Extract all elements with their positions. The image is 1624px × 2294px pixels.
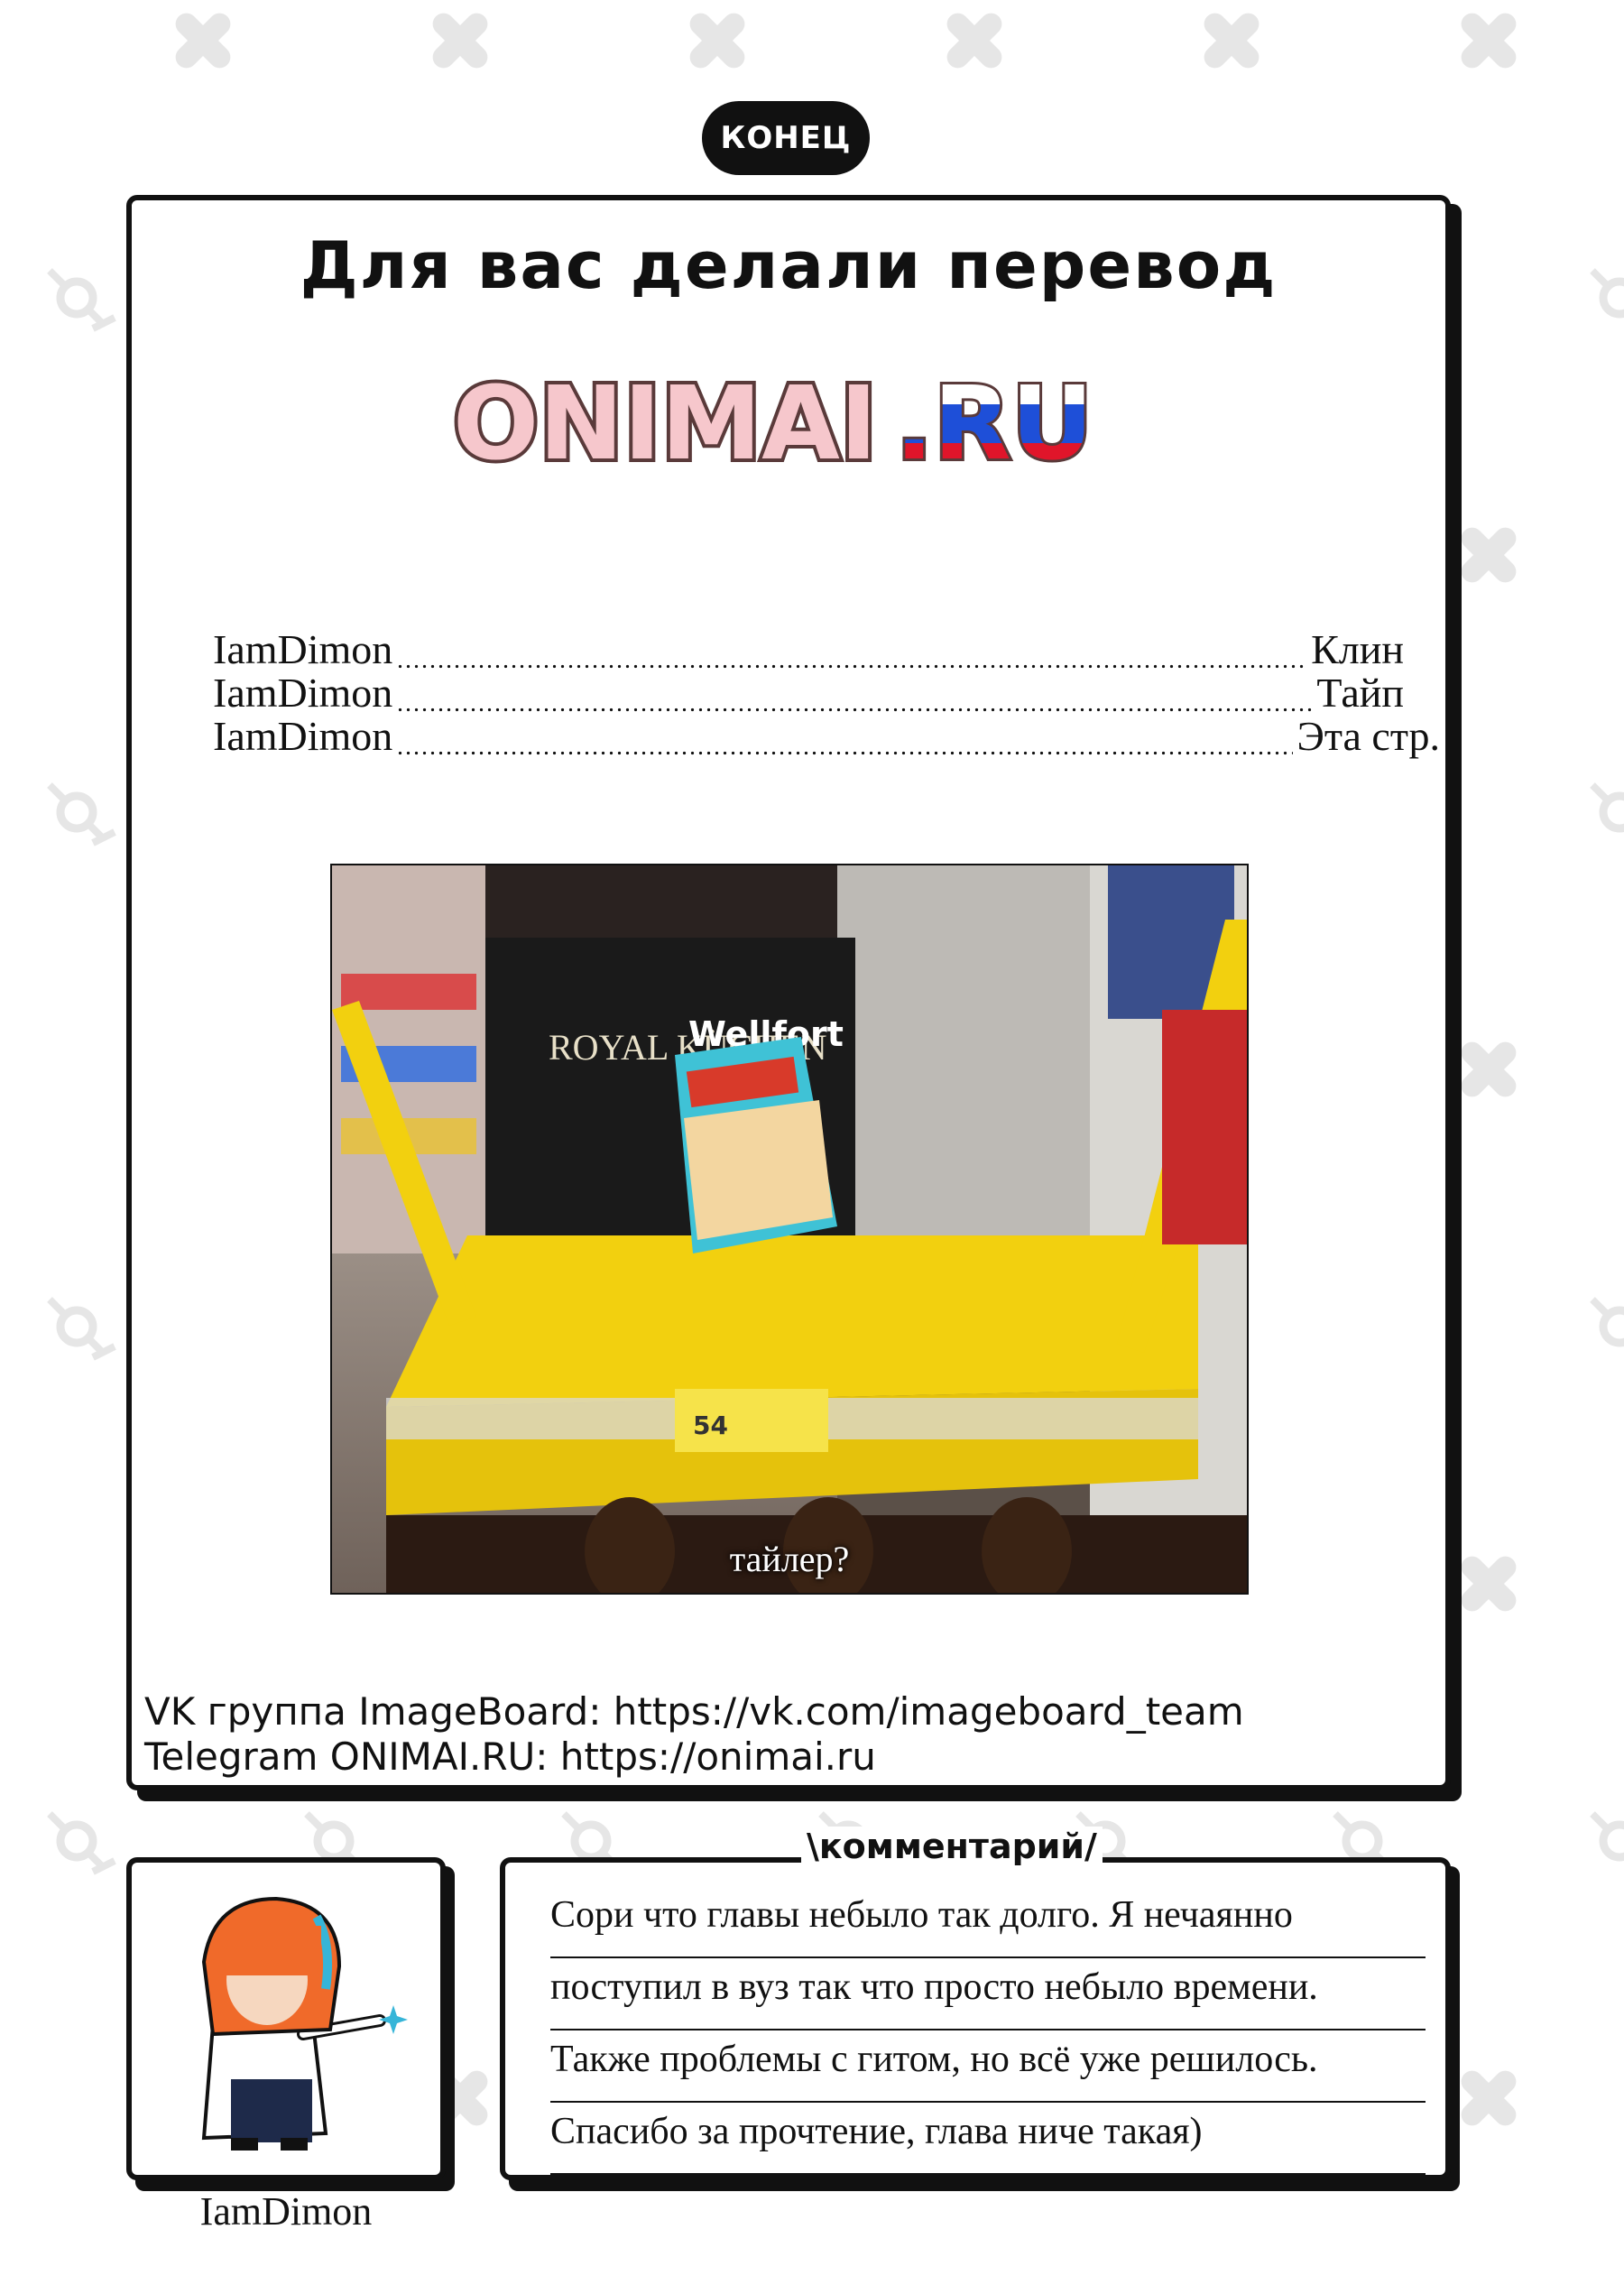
credits-list: IamDimon Клин IamDimon Тайп IamDimon Эта… <box>213 628 1440 758</box>
comment-line: поступил в вуз так что просто небыло вре… <box>550 1958 1426 2030</box>
credit-row: IamDimon Тайп <box>213 671 1404 715</box>
comment-panel: Сори что главы небыло так долго. Я нечая… <box>500 1857 1451 2180</box>
credit-role: Тайп <box>1316 670 1404 716</box>
photo-caption: тайлер? <box>729 1539 850 1579</box>
vk-link[interactable]: VK группа ImageBoard: https://vk.com/ima… <box>144 1689 1244 1734</box>
page-title: Для вас делали перевод <box>300 227 1278 303</box>
author-name: IamDimon <box>199 2189 373 2234</box>
comment-line: Также проблемы с гитом, но всё уже решил… <box>550 2030 1426 2103</box>
comment-label: \комментарий/ <box>801 1827 1103 1866</box>
links-block: VK группа ImageBoard: https://vk.com/ima… <box>144 1689 1244 1780</box>
credit-name: IamDimon <box>213 626 393 672</box>
telegram-link[interactable]: Telegram ONIMAI.RU: https://onimai.ru <box>144 1734 1244 1780</box>
comment-line: Сори что главы небыло так долго. Я нечая… <box>550 1886 1426 1958</box>
credit-role: Клин <box>1311 626 1404 672</box>
credit-name: IamDimon <box>213 713 393 759</box>
credits-panel: Для вас делали перевод ONIMAI .RU IamDim… <box>126 195 1451 1790</box>
comment-line: Спасибо за прочтение, глава ниче такая) <box>550 2103 1426 2175</box>
credit-row: IamDimon Эта стр. <box>213 715 1440 758</box>
store-shelf-photo: ROYAL KÜCHEN Wellfort 54 тайлер? <box>330 864 1249 1595</box>
credit-row: IamDimon Клин <box>213 628 1404 671</box>
svg-text:ONIMAI: ONIMAI <box>453 365 877 483</box>
end-badge: КОНЕЦ <box>702 101 870 175</box>
avatar-panel <box>126 1857 446 2180</box>
author-avatar <box>201 1896 408 2151</box>
comment-text: Сори что главы небыло так долго. Я нечая… <box>550 1886 1426 2175</box>
onimai-logo: ONIMAI .RU <box>449 362 1096 486</box>
credit-role: Эта стр. <box>1296 713 1440 759</box>
credit-name: IamDimon <box>213 670 393 716</box>
svg-text:54: 54 <box>693 1411 728 1440</box>
svg-text:.RU: .RU <box>895 365 1093 483</box>
